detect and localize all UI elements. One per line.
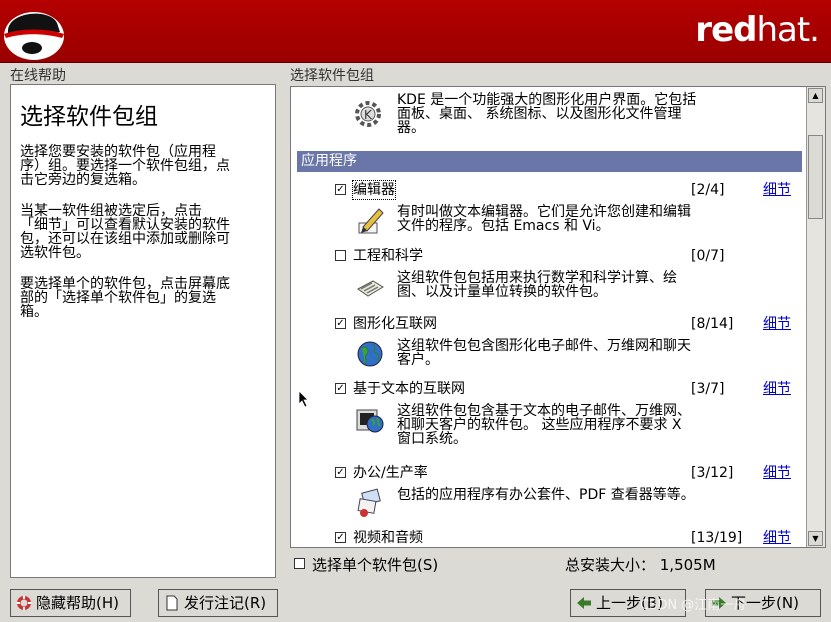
kde-gear-icon: K <box>355 101 381 127</box>
package-group-description-line: 包括的应用程序有办公套件、PDF 查看器等等。 <box>397 487 695 503</box>
online-help-label: 在线帮助 <box>10 68 66 84</box>
package-group-name: 编辑器 <box>352 180 396 200</box>
package-group-description: 有时叫做文本编辑器。它们是允许您创建和编辑 文件的程序。包括 Emacs 和 Vi… <box>397 205 757 233</box>
package-group-description-line: 和聊天客户的软件包。 这些应用程序不要求 X <box>397 417 682 433</box>
category-header-applications: 应用程序 <box>297 151 802 172</box>
help-title: 选择软件包组 <box>20 104 158 130</box>
package-group-description-line: 图、以及计量单位转换的软件包。 <box>397 284 607 300</box>
package-group-description-line: 文件的程序。包括 Emacs 和 Vi。 <box>397 218 610 234</box>
kde-description: KDE 是一个功能强大的图形化用户界面。它包括 面板、桌面、 系统图标、以及图形化… <box>397 93 696 135</box>
package-group-checkbox[interactable]: ✓ <box>335 184 346 195</box>
kde-description-line: 器。 <box>397 120 425 136</box>
select-individual-packages-label[interactable]: 选择单个软件包(S) <box>312 554 438 575</box>
watermark: CSDN @江南一舟 <box>640 598 747 613</box>
package-group-row[interactable]: ✓ 视频和音频 [13/19] 细节 <box>335 529 803 547</box>
redhat-shadowman-logo <box>4 12 64 60</box>
help-paragraph: 当某一软件组被选定后，点击 「细节」可以查看默认安装的软件 包，还可以在该组中添加或… <box>20 204 267 260</box>
package-group-name: 视频和音频 <box>353 530 423 546</box>
select-individual-packages-checkbox[interactable] <box>294 558 305 569</box>
help-paragraph-line: 箱。 <box>20 304 48 320</box>
release-notes-button[interactable]: 发行注记(R) <box>158 589 278 617</box>
redhat-wordmark: redhat. <box>695 10 820 50</box>
package-group-row[interactable]: 工程和科学 [0/7] <box>335 247 803 265</box>
help-paragraph-line: 包，还可以在该组中添加或删除可 <box>20 231 230 247</box>
office-icon <box>357 488 381 517</box>
terminal-globe-icon <box>356 409 384 433</box>
back-arrow-icon <box>577 597 591 609</box>
package-groups-label: 选择软件包组 <box>290 68 374 84</box>
package-group-description-line: 这组软件包包含图形化电子邮件、万维网和聊天 <box>397 338 691 354</box>
help-paragraph-line: 击它旁边的复选箱。 <box>20 172 146 188</box>
package-group-row[interactable]: ✓ 编辑器 [2/4] 细节 <box>335 180 803 200</box>
package-group-details-link[interactable]: 细节 <box>763 315 791 333</box>
package-group-description-line: 有时叫做文本编辑器。它们是允许您创建和编辑 <box>397 204 691 220</box>
package-group-checkbox[interactable]: ✓ <box>335 532 346 543</box>
header-banner: redhat. <box>0 0 831 63</box>
help-paragraph: 要选择单个的软件包，点击屏幕底 部的「选择单个软件包」的复选 箱。 <box>20 277 267 319</box>
lifebuoy-icon <box>17 596 31 610</box>
package-group-details-link[interactable]: 细节 <box>763 529 791 547</box>
package-group-description-line: 客户。 <box>397 352 439 368</box>
package-group-name: 工程和科学 <box>353 248 423 264</box>
help-paragraph-line: 当某一软件组被选定后，点击 <box>20 203 202 219</box>
package-group-description: 这组软件包包含图形化电子邮件、万维网和聊天 客户。 <box>397 339 757 367</box>
package-group-count: [8/14] <box>691 316 734 332</box>
package-group-name: 办公/生产率 <box>353 465 428 481</box>
package-group-count: [2/4] <box>691 182 725 198</box>
globe-icon <box>357 341 383 367</box>
scroll-up-arrow-icon[interactable]: ▲ <box>808 88 823 103</box>
package-group-name: 图形化互联网 <box>353 316 437 332</box>
package-group-details-link[interactable]: 细节 <box>763 181 791 199</box>
package-group-row[interactable]: ✓ 基于文本的互联网 [3/7] 细节 <box>335 380 803 398</box>
hide-help-button[interactable]: 隐藏帮助(H) <box>10 589 131 617</box>
package-group-checkbox[interactable]: ✓ <box>335 318 346 329</box>
document-icon <box>166 595 178 611</box>
package-group-description: 这组软件包包含基于文本的电子邮件、万维网、 和聊天客户的软件包。 这些应用程序不要… <box>397 404 757 446</box>
package-group-count: [13/19] <box>691 530 743 546</box>
help-paragraph-line: 「细节」可以查看默认安装的软件 <box>20 217 230 233</box>
help-paragraph-line: 序）组。要选择一个软件包组，点 <box>20 158 230 174</box>
help-paragraph-line: 部的「选择单个软件包」的复选 <box>20 290 216 306</box>
kde-description-line: 面板、桌面、 系统图标、以及图形化文件管理 <box>397 106 682 122</box>
help-paragraph-line: 选择您要安装的软件包（应用程 <box>20 144 216 160</box>
package-group-description: 包括的应用程序有办公套件、PDF 查看器等等。 <box>397 488 757 502</box>
svg-text:K: K <box>364 108 373 122</box>
package-group-count: [3/7] <box>691 381 725 397</box>
package-group-count: [0/7] <box>691 248 725 264</box>
help-text: 选择您要安装的软件包（应用程 序）组。要选择一个软件包组，点 击它旁边的复选箱。当某… <box>20 145 267 319</box>
package-group-checkbox[interactable]: ✓ <box>335 467 346 478</box>
package-group-count: [3/12] <box>691 465 734 481</box>
help-paragraph: 选择您要安装的软件包（应用程 序）组。要选择一个软件包组，点 击它旁边的复选箱。 <box>20 145 267 187</box>
package-group-details-link[interactable]: 细节 <box>763 464 791 482</box>
package-group-description-line: 窗口系统。 <box>397 431 467 447</box>
package-group-name: 基于文本的互联网 <box>353 381 465 397</box>
total-install-size: 总安装大小： 1,505M <box>565 556 716 574</box>
package-group-description-line: 这组软件包包括用来执行数学和科学计算、绘 <box>397 270 677 286</box>
package-group-row[interactable]: ✓ 办公/生产率 [3/12] 细节 <box>335 464 803 482</box>
help-panel: 选择软件包组 选择您要安装的软件包（应用程 序）组。要选择一个软件包组，点 击它旁边… <box>10 84 276 578</box>
package-group-description: 这组软件包包括用来执行数学和科学计算、绘 图、以及计量单位转换的软件包。 <box>397 271 757 299</box>
package-group-list[interactable]: K KDE 是一个功能强大的图形化用户界面。它包括 面板、桌面、 系统图标、以及图… <box>290 86 826 548</box>
mouse-pointer-icon <box>298 390 309 408</box>
package-group-checkbox[interactable]: ✓ <box>335 383 346 394</box>
package-group-row[interactable]: ✓ 图形化互联网 [8/14] 细节 <box>335 315 803 333</box>
scrollbar[interactable]: ▲ ▼ <box>806 87 825 547</box>
scrollbar-thumb[interactable] <box>808 135 823 219</box>
help-paragraph-line: 选软件包。 <box>20 245 90 261</box>
kde-description-line: KDE 是一个功能强大的图形化用户界面。它包括 <box>397 92 697 108</box>
help-paragraph-line: 要选择单个的软件包，点击屏幕底 <box>20 276 230 292</box>
scroll-down-arrow-icon[interactable]: ▼ <box>808 531 823 546</box>
package-group-details-link[interactable]: 细节 <box>763 380 791 398</box>
package-group-description-line: 这组软件包包含基于文本的电子邮件、万维网、 <box>397 403 691 419</box>
calculator-icon <box>357 280 384 297</box>
package-group-checkbox[interactable] <box>335 250 346 261</box>
edit-pencil-icon <box>358 208 384 234</box>
